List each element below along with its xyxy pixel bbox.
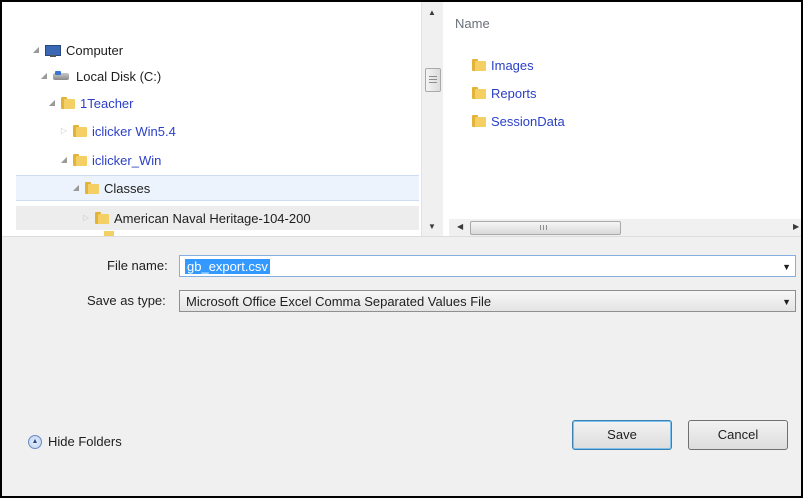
tree-item-label: iclicker_Win <box>92 152 162 168</box>
file-item-sessiondata[interactable]: SessionData <box>469 110 565 132</box>
folder-icon <box>61 96 75 110</box>
tree-item-label: Classes <box>104 180 151 196</box>
folder-icon <box>85 181 99 195</box>
collapsed-arrow-icon[interactable]: ▷ <box>58 126 70 136</box>
tree-item-computer[interactable]: ◢ Computer <box>30 38 123 62</box>
tree-item-classes[interactable]: ◢ Classes <box>16 175 419 201</box>
scroll-thumb[interactable] <box>470 221 621 235</box>
hide-folders-label: Hide Folders <box>48 434 122 449</box>
tree-item-iclicker-win54[interactable]: ▷ iclicker Win5.4 <box>58 119 176 143</box>
scroll-left-arrow-icon[interactable]: ◀ <box>457 222 463 231</box>
file-item-label: SessionData <box>491 113 565 129</box>
scroll-up-arrow-icon[interactable]: ▲ <box>428 8 436 17</box>
hide-folders-button[interactable]: ▲ Hide Folders <box>28 434 122 449</box>
save-type-select[interactable]: Microsoft Office Excel Comma Separated V… <box>179 290 796 312</box>
collapse-arrow-icon: ▲ <box>28 434 42 449</box>
scroll-thumb[interactable] <box>425 68 441 92</box>
save-button[interactable]: Save <box>572 420 672 450</box>
expand-arrow-icon[interactable]: ◢ <box>30 45 42 55</box>
file-list[interactable]: Name Images Reports SessionData <box>449 2 801 236</box>
tree-item-label: iclicker Win5.4 <box>92 123 176 139</box>
tree-item-label: Computer <box>66 42 124 58</box>
folder-icon <box>472 86 486 100</box>
chevron-down-icon[interactable]: ▼ <box>782 262 791 272</box>
tree-vertical-scrollbar[interactable]: ▲ ▼ <box>421 2 443 236</box>
expand-arrow-icon[interactable]: ◢ <box>38 71 50 81</box>
collapsed-arrow-icon[interactable]: ▷ <box>80 213 92 223</box>
scroll-right-arrow-icon[interactable]: ▶ <box>793 222 799 231</box>
file-item-label: Images <box>491 57 534 73</box>
folder-icon <box>73 124 87 138</box>
folder-icon <box>472 114 486 128</box>
tree-item-local-disk[interactable]: ◢ Local Disk (C:) <box>38 64 161 88</box>
save-type-value: Microsoft Office Excel Comma Separated V… <box>186 294 492 309</box>
expand-arrow-icon[interactable]: ◢ <box>58 155 70 165</box>
file-name-label: File name: <box>107 258 168 273</box>
folder-icon <box>73 153 87 167</box>
expand-arrow-icon[interactable]: ◢ <box>46 98 58 108</box>
tree-item-label: American Naval Heritage-104-200 <box>114 210 311 226</box>
tree-item-iclicker-win[interactable]: ◢ iclicker_Win <box>58 148 161 172</box>
dialog-bottom-panel: File name: gb_export.csv ▼ Save as type:… <box>2 236 801 496</box>
file-name-input[interactable]: gb_export.csv ▼ <box>179 255 796 277</box>
name-column-header[interactable]: Name <box>455 16 490 31</box>
folder-tree[interactable]: ◢ Computer ◢ Local Disk (C:) ◢ 1Teacher … <box>16 2 419 236</box>
file-name-value[interactable]: gb_export.csv <box>185 259 270 274</box>
file-item-label: Reports <box>491 85 537 101</box>
tree-item-1teacher[interactable]: ◢ 1Teacher <box>46 91 134 115</box>
scroll-down-arrow-icon[interactable]: ▼ <box>428 222 436 231</box>
file-list-horizontal-scrollbar[interactable]: ◀ ▶ <box>449 219 801 236</box>
save-as-dialog: ◢ Computer ◢ Local Disk (C:) ◢ 1Teacher … <box>0 0 803 498</box>
chevron-down-icon[interactable]: ▼ <box>782 297 791 307</box>
file-item-images[interactable]: Images <box>469 54 534 76</box>
folder-icon <box>472 58 486 72</box>
folder-icon <box>95 211 109 225</box>
expand-arrow-icon[interactable]: ◢ <box>70 183 82 193</box>
cancel-button[interactable]: Cancel <box>688 420 788 450</box>
computer-icon <box>45 43 61 57</box>
tree-item-american-naval-heritage[interactable]: ▷ American Naval Heritage-104-200 <box>16 206 419 230</box>
tree-item-label: Local Disk (C:) <box>76 68 162 84</box>
file-item-reports[interactable]: Reports <box>469 82 537 104</box>
disk-icon <box>53 70 71 82</box>
tree-item-label: 1Teacher <box>80 95 134 111</box>
save-type-label: Save as type: <box>87 293 166 308</box>
